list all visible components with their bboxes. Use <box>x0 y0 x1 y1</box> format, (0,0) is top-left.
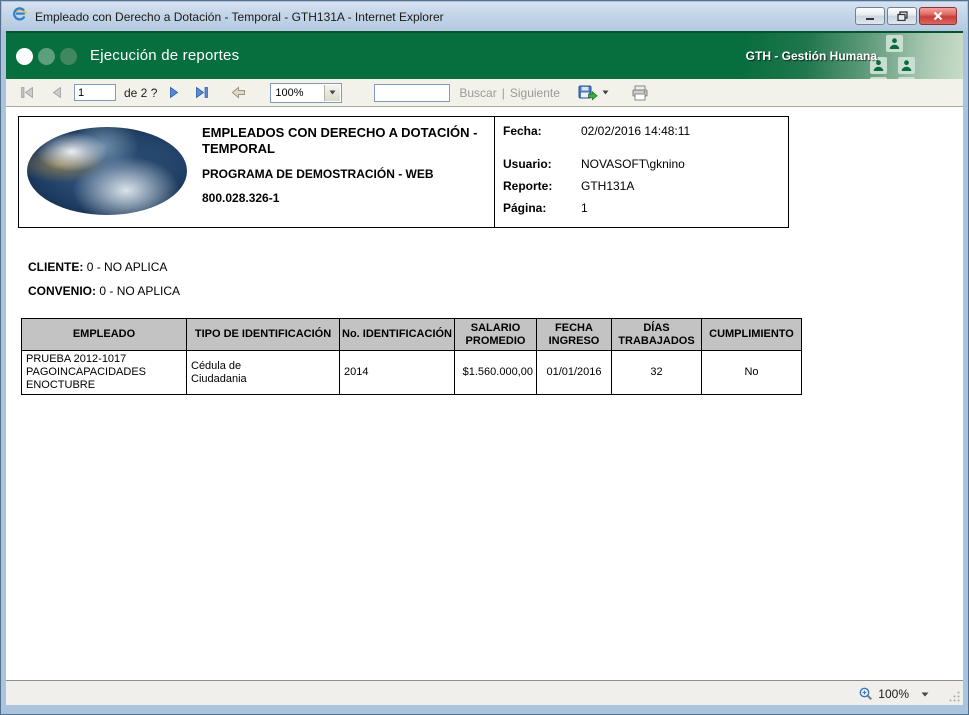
globe-image <box>27 127 187 215</box>
cell-cumplimiento: No <box>701 350 802 395</box>
export-save-icon <box>578 85 598 101</box>
close-button[interactable] <box>919 7 957 25</box>
header-dots-graphic <box>16 48 77 65</box>
field-label-usuario: Usuario: <box>503 157 552 171</box>
cell-fecha-ingreso: 01/01/2016 <box>536 350 612 395</box>
close-icon <box>933 11 943 21</box>
field-value-fecha: 02/02/2016 14:48:11 <box>581 124 691 138</box>
filter-cliente: CLIENTE: 0 - NO APLICA <box>28 260 180 274</box>
cell-tipo-identificacion-text: Cédula de Ciudadania <box>191 359 247 385</box>
find-button[interactable]: Buscar <box>459 86 496 100</box>
field-value-pagina: 1 <box>581 201 588 215</box>
search-input[interactable] <box>374 83 451 102</box>
column-header-cumplimiento: CUMPLIMIENTO <box>701 318 802 351</box>
report-subtitle: PROGRAMA DE DEMOSTRACIÓN - WEB <box>202 167 434 181</box>
first-page-button[interactable] <box>20 86 34 99</box>
export-dropdown-arrow-icon <box>602 90 609 95</box>
field-label-pagina: Página: <box>503 201 547 215</box>
restore-icon <box>896 11 908 21</box>
brand-graphic: GTH - Gestión Humana <box>713 33 963 79</box>
field-label-fecha: Fecha: <box>503 124 542 138</box>
report-toolbar: de 2 ? 100% <box>6 79 963 107</box>
next-page-button[interactable] <box>169 86 181 99</box>
browser-viewport: Ejecución de reportes GTH - Gestión Huma <box>6 31 963 705</box>
export-button[interactable] <box>578 85 609 101</box>
first-page-icon <box>21 86 33 99</box>
prev-page-icon <box>52 86 61 99</box>
window-title: Empleado con Derecho a Dotación - Tempor… <box>35 9 444 24</box>
report-header-left: EMPLEADOS CON DERECHO A DOTACIÓN - TEMPO… <box>19 117 495 227</box>
minimize-icon <box>866 17 874 20</box>
find-next-button[interactable]: Siguiente <box>510 86 560 100</box>
zoom-select[interactable]: 100% <box>270 82 343 103</box>
report-company-id: 800.028.326-1 <box>202 191 280 205</box>
cell-tipo-identificacion: Cédula de Ciudadania <box>186 350 340 395</box>
page-number-input[interactable] <box>74 84 116 101</box>
browser-zoom-control[interactable]: 100% <box>854 684 933 704</box>
report-header: EMPLEADOS CON DERECHO A DOTACIÓN - TEMPO… <box>18 116 789 228</box>
print-icon <box>632 85 648 100</box>
column-header-no-identificacion: No. IDENTIFICACIÓN <box>339 318 455 351</box>
column-header-tipo-identificacion: TIPO DE IDENTIFICACIÓN <box>186 318 340 351</box>
next-page-icon <box>170 86 179 99</box>
column-header-fecha-ingreso: FECHA INGRESO <box>536 318 612 351</box>
person-icon <box>898 57 915 74</box>
field-value-reporte: GTH131A <box>581 179 635 193</box>
dot-white-icon <box>16 48 33 65</box>
zoom-menu-arrow-icon <box>921 692 929 696</box>
column-header-empleado: EMPLEADO <box>21 318 187 351</box>
app-header: Ejecución de reportes GTH - Gestión Huma <box>6 31 963 79</box>
report-header-right: Fecha: 02/02/2016 14:48:11 Usuario: NOVA… <box>495 117 788 227</box>
minimize-button[interactable] <box>855 7 885 25</box>
cell-no-identificacion: 2014 <box>339 350 455 395</box>
zoom-select-value: 100% <box>275 86 304 99</box>
brand-label: GTH - Gestión Humana <box>745 49 877 63</box>
table-header-row: EMPLEADO TIPO DE IDENTIFICACIÓN No. IDEN… <box>21 318 802 351</box>
back-arrow-icon <box>232 86 246 99</box>
zoom-dropdown-arrow-icon <box>324 84 341 101</box>
internet-explorer-icon <box>11 5 29 28</box>
filter-convenio-value: 0 - NO APLICA <box>99 284 181 298</box>
parent-report-button[interactable] <box>231 86 246 99</box>
browser-window: Empleado con Derecho a Dotación - Tempor… <box>0 0 969 715</box>
last-page-icon <box>196 86 209 99</box>
report-canvas: EMPLEADOS CON DERECHO A DOTACIÓN - TEMPO… <box>6 107 963 682</box>
column-header-salario-promedio: SALARIO PROMEDIO <box>454 318 537 351</box>
page-count-label: de 2 ? <box>124 85 158 100</box>
print-button[interactable] <box>631 85 649 101</box>
magnifier-zoom-icon <box>859 687 873 701</box>
browser-zoom-label: 100% <box>878 687 909 701</box>
filter-cliente-value: 0 - NO APLICA <box>86 260 168 274</box>
resize-grip[interactable] <box>948 690 961 703</box>
dot-green-dark-icon <box>60 48 77 65</box>
last-page-button[interactable] <box>195 86 209 99</box>
dot-green-light-icon <box>38 48 55 65</box>
filter-convenio-label: CONVENIO: <box>28 284 97 298</box>
prev-page-button[interactable] <box>50 86 62 99</box>
restore-button[interactable] <box>887 7 917 25</box>
cell-empleado: PRUEBA 2012-1017 PAGOINCAPACIDADES ENOCT… <box>21 350 187 395</box>
cell-dias-trabajados: 32 <box>611 350 702 395</box>
filter-convenio: CONVENIO: 0 - NO APLICA <box>28 284 180 298</box>
report-table: EMPLEADO TIPO DE IDENTIFICACIÓN No. IDEN… <box>21 318 802 395</box>
table-row: PRUEBA 2012-1017 PAGOINCAPACIDADES ENOCT… <box>21 350 802 395</box>
cell-salario-promedio: $1.560.000,00 <box>454 350 537 395</box>
find-separator: | <box>501 85 505 100</box>
report-filters: CLIENTE: 0 - NO APLICA CONVENIO: 0 - NO … <box>28 260 180 308</box>
field-label-reporte: Reporte: <box>503 179 553 193</box>
person-icon <box>886 35 903 52</box>
column-header-dias-trabajados: DÍAS TRABAJADOS <box>611 318 702 351</box>
status-bar: 100% <box>6 680 963 705</box>
report-title: EMPLEADOS CON DERECHO A DOTACIÓN - TEMPO… <box>202 125 478 156</box>
field-value-usuario: NOVASOFT\gknino <box>581 157 685 171</box>
page-title: Ejecución de reportes <box>90 47 240 64</box>
titlebar[interactable]: Empleado con Derecho a Dotación - Tempor… <box>2 2 967 31</box>
filter-cliente-label: CLIENTE: <box>28 260 84 274</box>
